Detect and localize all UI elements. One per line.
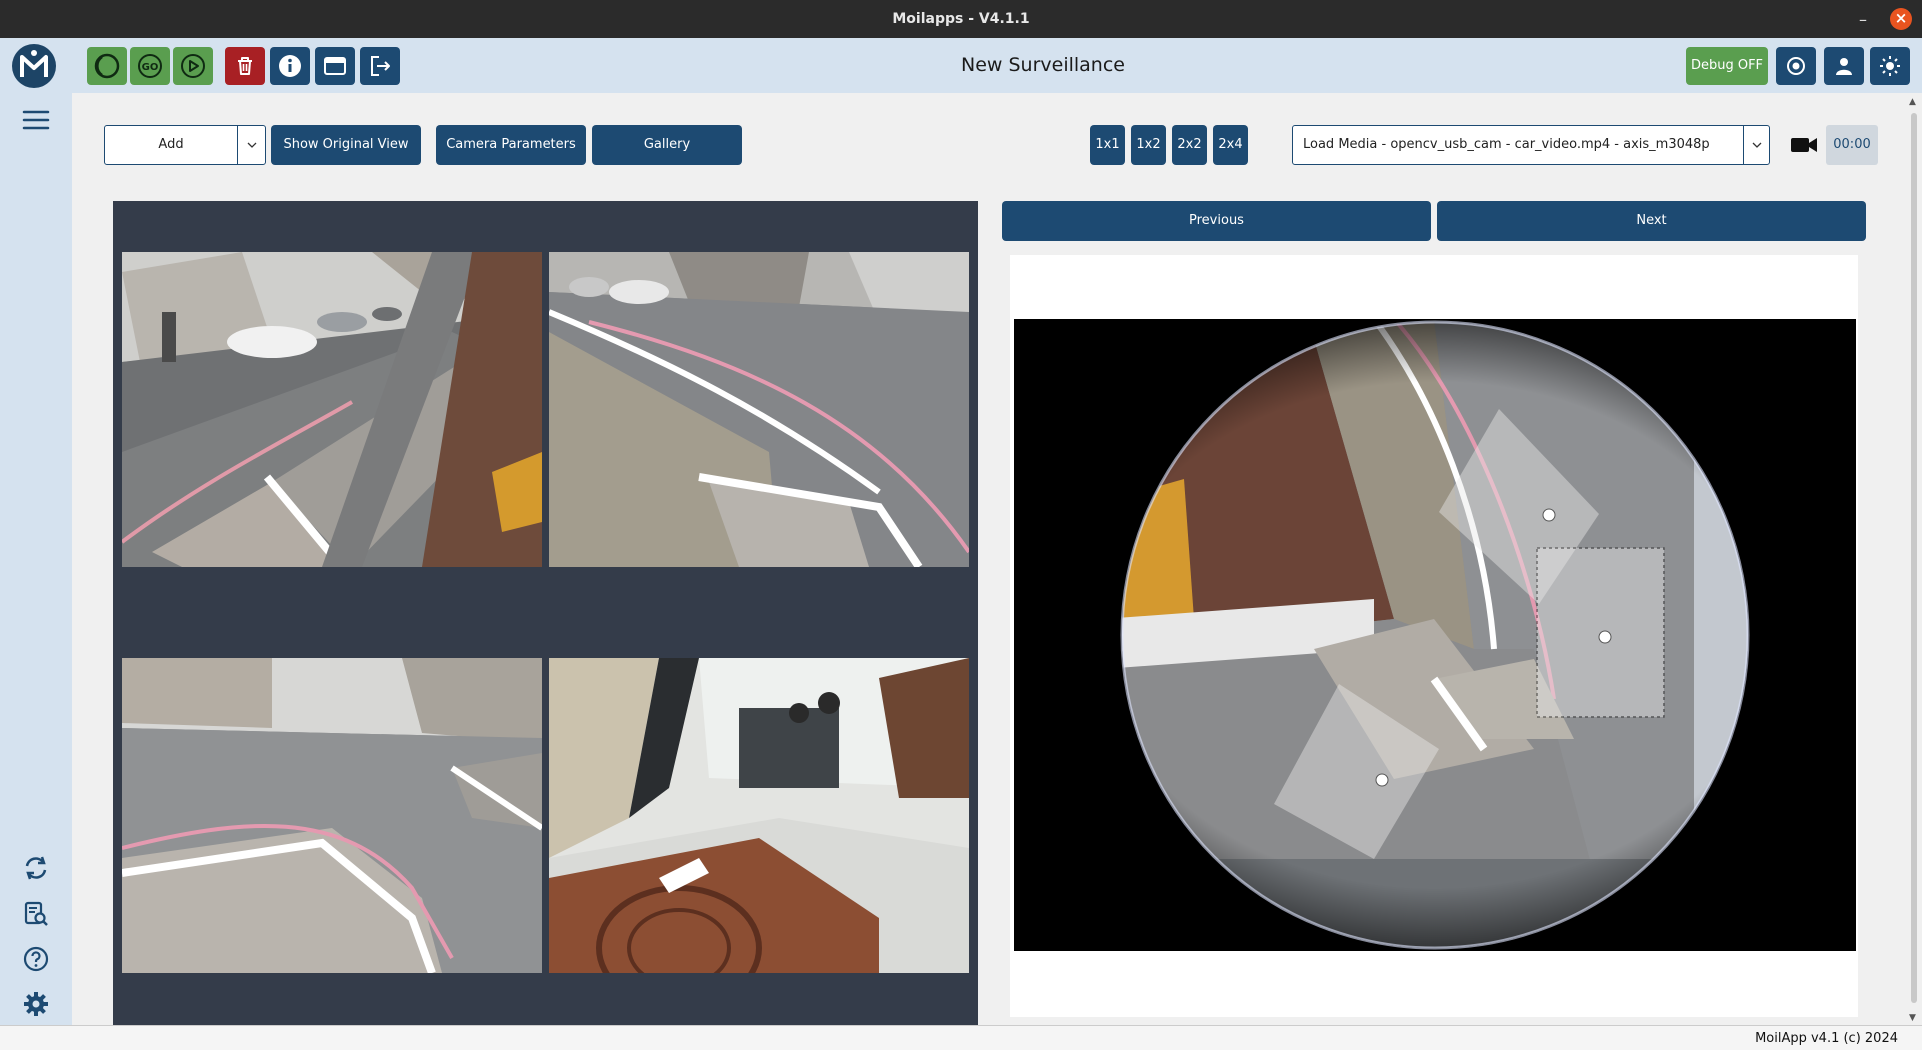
trash-icon: [238, 57, 252, 75]
info-icon: [279, 55, 301, 77]
camera-parameters-button[interactable]: Camera Parameters: [436, 125, 586, 165]
view-panel-bottom-left[interactable]: [122, 658, 542, 973]
close-button[interactable]: ×: [1890, 8, 1912, 30]
status-bar: MoilApp v4.1 (c) 2024: [0, 1025, 1922, 1050]
record-icon: [1787, 57, 1805, 75]
sun-icon: [1880, 56, 1900, 76]
svg-text:GO: GO: [142, 62, 159, 73]
fisheye-image[interactable]: [1014, 319, 1856, 951]
view-panel-bottom-right[interactable]: [549, 658, 969, 973]
original-view-panel: [1010, 255, 1858, 1017]
lens-button[interactable]: [87, 47, 127, 85]
page-title: New Surveillance: [961, 54, 1125, 76]
gear-icon[interactable]: [21, 989, 51, 1019]
user-button[interactable]: [1824, 47, 1864, 85]
chevron-down-icon[interactable]: [1743, 126, 1769, 164]
window-icon: [324, 57, 346, 75]
copyright-text: MoilApp v4.1 (c) 2024: [1755, 1031, 1898, 1046]
window-title: Moilapps - V4.1.1: [892, 11, 1030, 27]
multi-view-panel: [113, 201, 978, 1025]
scroll-down-icon[interactable]: ▼: [1909, 1013, 1916, 1023]
window-titlebar: Moilapps - V4.1.1 – ×: [0, 0, 1922, 38]
minimize-button[interactable]: –: [1852, 7, 1874, 29]
grid-2x4-button[interactable]: 2x4: [1213, 125, 1248, 165]
video-camera-icon[interactable]: [1790, 135, 1818, 155]
grid-2x2-button[interactable]: 2x2: [1172, 125, 1207, 165]
go-icon: GO: [138, 54, 162, 78]
record-button[interactable]: [1776, 47, 1816, 85]
app-header: GO New Surveillance Debug OFF: [0, 38, 1922, 93]
grid-1x2-button[interactable]: 1x2: [1131, 125, 1166, 165]
sidebar: [0, 93, 72, 1025]
exit-button[interactable]: [360, 47, 400, 85]
play-icon: [181, 54, 205, 78]
recording-timer: 00:00: [1826, 125, 1878, 165]
add-select-label: Add: [158, 137, 184, 152]
scroll-up-icon[interactable]: ▲: [1909, 97, 1916, 107]
view-panel-top-left[interactable]: [122, 252, 542, 567]
main-content: Add Show Original View Camera Parameters…: [72, 93, 1906, 1025]
lens-icon: [94, 53, 120, 79]
hamburger-menu-icon[interactable]: [21, 105, 51, 135]
user-icon: [1836, 58, 1852, 75]
document-search-icon[interactable]: [21, 899, 51, 929]
delete-button[interactable]: [225, 47, 265, 85]
moil-logo-icon[interactable]: [12, 44, 56, 88]
debug-toggle-button[interactable]: Debug OFF: [1686, 47, 1768, 85]
gallery-button[interactable]: Gallery: [592, 125, 742, 165]
vertical-scrollbar[interactable]: ▲ ▼: [1906, 93, 1922, 1025]
view-panel-top-right[interactable]: [549, 252, 969, 567]
media-select-value: Load Media - opencv_usb_cam - car_video.…: [1303, 137, 1710, 152]
window-button[interactable]: [315, 47, 355, 85]
info-button[interactable]: [270, 47, 310, 85]
chevron-down-icon[interactable]: [237, 126, 265, 164]
play-button[interactable]: [173, 47, 213, 85]
go-button[interactable]: GO: [130, 47, 170, 85]
previous-button[interactable]: Previous: [1002, 201, 1431, 241]
exit-icon: [371, 56, 390, 76]
grid-1x1-button[interactable]: 1x1: [1090, 125, 1125, 165]
help-icon[interactable]: [21, 944, 51, 974]
refresh-icon[interactable]: [21, 853, 51, 883]
add-source-select[interactable]: Add: [104, 125, 266, 165]
scrollbar-track[interactable]: [1911, 113, 1917, 1003]
next-button[interactable]: Next: [1437, 201, 1866, 241]
show-original-view-button[interactable]: Show Original View: [271, 125, 421, 165]
theme-button[interactable]: [1870, 47, 1910, 85]
media-source-select[interactable]: Load Media - opencv_usb_cam - car_video.…: [1292, 125, 1770, 165]
